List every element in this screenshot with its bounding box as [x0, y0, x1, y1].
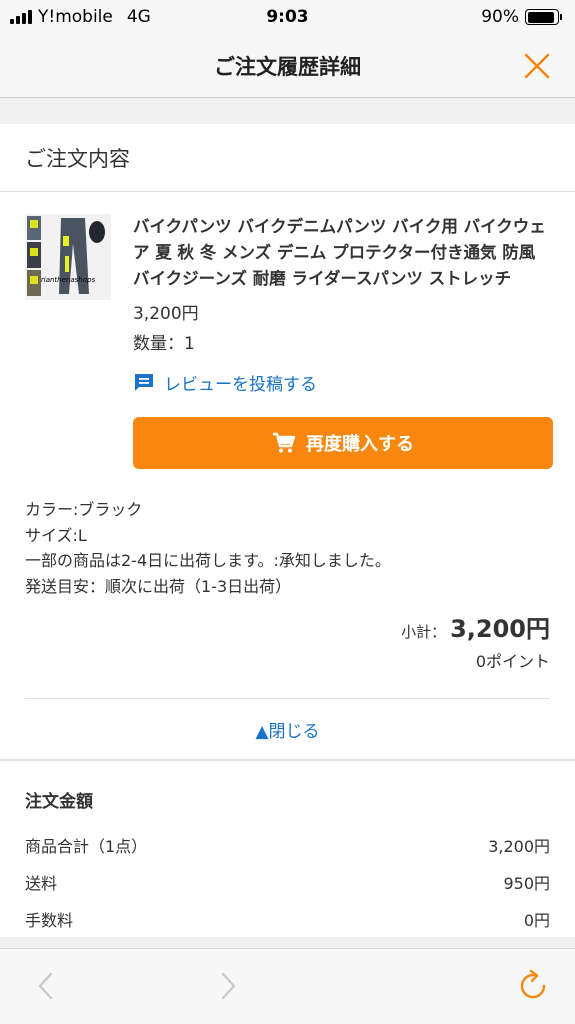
chevron-left-icon[interactable] — [36, 971, 56, 1001]
total-row: 送料 950円 — [25, 863, 550, 900]
total-row-label: 商品合計（1点） — [25, 836, 148, 856]
points-value: 0ポイント — [475, 652, 550, 671]
total-row-label: 送料 — [25, 873, 58, 893]
total-row-value: 950円 — [503, 873, 550, 893]
rebuy-button[interactable]: 再度購入する — [133, 417, 553, 469]
option-list: カラー:ブラック サイズ:L 一部の商品は2-4日に出荷します。:承知しました。… — [0, 469, 575, 599]
review-link[interactable]: レビューを投稿する — [133, 370, 553, 395]
section-heading: ご注文内容 — [0, 124, 575, 192]
status-left: Y!mobile 4G — [10, 7, 151, 27]
rebuy-button-label: 再度購入する — [306, 434, 414, 455]
main-content[interactable]: ご注文内容 rianthenashops バイクパンツ バイクデニムパンツ バイ… — [0, 98, 575, 948]
jeans-image: rianthenashops — [25, 214, 111, 300]
option-line: 発送目安：順次に出荷（1-3日出荷） — [25, 576, 292, 596]
totals-heading: 注文金額 — [25, 792, 93, 812]
chevron-right-icon[interactable] — [218, 971, 238, 1001]
signal-icon — [10, 10, 32, 24]
close-icon[interactable] — [523, 52, 551, 80]
option-line: 一部の商品は2-4日に出荷します。:承知しました。 — [25, 551, 391, 570]
total-row: 商品合計（1点） 3,200円 — [25, 826, 550, 863]
subtotal-line: 小計： 3,200円 — [25, 609, 550, 644]
top-spacer — [0, 98, 575, 124]
battery-percent: 90% — [481, 7, 519, 27]
order-card: ご注文内容 rianthenashops バイクパンツ バイクデニムパンツ バイ… — [0, 124, 575, 759]
page-title: ご注文履歴詳細 — [214, 54, 361, 79]
nav-header: ご注文履歴詳細 — [0, 34, 575, 98]
collapse-link[interactable]: ▲閉じる — [0, 699, 575, 759]
comment-icon — [135, 373, 153, 391]
cart-icon — [273, 432, 296, 453]
reload-icon[interactable] — [516, 969, 550, 1003]
battery-fill — [527, 11, 554, 23]
carrier-label: Y!mobile — [38, 7, 113, 27]
product-thumbnail[interactable]: rianthenashops — [25, 214, 111, 300]
thumbnail-watermark: rianthenashops — [41, 276, 96, 284]
order-totals: 注文金額 商品合計（1点） 3,200円 送料 950円 手数料 0円 — [0, 761, 575, 937]
status-right: 90% — [481, 7, 562, 27]
total-row-value: 3,200円 — [488, 836, 550, 856]
option-line: カラー:ブラック — [25, 500, 143, 519]
product-price: 3,200円 — [133, 304, 199, 324]
product-info: バイクパンツ バイクデニムパンツ バイク用 バイクウェア 夏 秋 冬 メンズ デ… — [133, 214, 553, 469]
subtotal-value: 3,200円 — [450, 615, 550, 643]
network-label: 4G — [126, 7, 151, 27]
total-row: 手数料 0円 — [25, 900, 550, 937]
status-bar: Y!mobile 4G 9:03 90% — [0, 0, 575, 34]
product-quantity: 数量：1 — [133, 334, 195, 354]
product-title[interactable]: バイクパンツ バイクデニムパンツ バイク用 バイクウェア 夏 秋 冬 メンズ デ… — [133, 214, 553, 292]
option-line: サイズ:L — [25, 525, 87, 545]
subtotal-label: 小計： — [401, 623, 447, 641]
bottom-toolbar — [0, 948, 575, 1024]
review-link-label: レビューを投稿する — [164, 375, 317, 395]
battery-icon — [525, 9, 562, 25]
total-row-value: 0円 — [523, 910, 550, 930]
total-row-label: 手数料 — [25, 910, 74, 930]
product-item: rianthenashops バイクパンツ バイクデニムパンツ バイク用 バイク… — [0, 192, 575, 469]
subtotal: 小計： 3,200円 0ポイント — [0, 599, 575, 672]
